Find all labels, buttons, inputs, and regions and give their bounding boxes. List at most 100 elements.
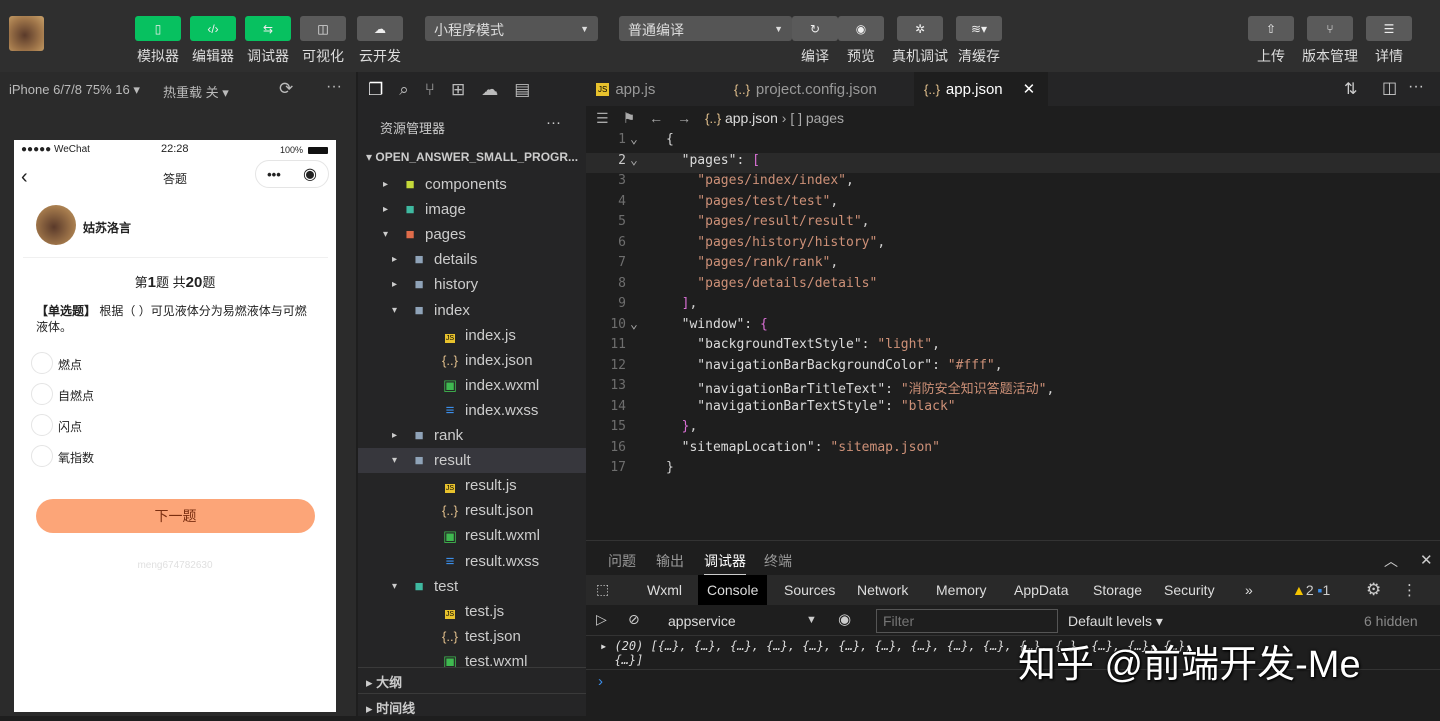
tree-item[interactable]: ▣ result.wxml <box>358 523 586 548</box>
tree-item[interactable]: ▾ ■ test <box>358 574 586 599</box>
right-button[interactable]: ⇧ <box>1248 16 1294 41</box>
right-button[interactable]: ☰ <box>1366 16 1412 41</box>
compare-icon[interactable]: ⇅ <box>1344 79 1357 99</box>
tree-item[interactable]: ▾ ■ pages <box>358 222 586 247</box>
devtools-tab[interactable]: Security <box>1155 575 1224 605</box>
compile-select[interactable]: 普通编译 ▼ <box>619 16 792 41</box>
devtools-tab[interactable]: Memory <box>927 575 996 605</box>
save-icon[interactable]: ▤ <box>514 80 530 100</box>
files-icon[interactable]: ❐ <box>368 80 383 100</box>
panel-tab[interactable]: 问题 <box>608 551 636 571</box>
调试器-button[interactable]: ⇆ <box>245 16 291 41</box>
forward-icon[interactable]: → <box>677 110 691 126</box>
capsule-menu[interactable]: ••• ◉ <box>255 160 329 188</box>
timeline-section[interactable]: ▸ 时间线 <box>358 693 586 721</box>
tree-item[interactable]: ▸ ■ rank <box>358 423 586 448</box>
option-label[interactable]: 闪点 <box>58 418 82 435</box>
context-select[interactable]: appservice <box>668 613 736 629</box>
action-button[interactable]: ✲ <box>897 16 943 41</box>
folder-icon: ■ <box>414 452 424 470</box>
option-label[interactable]: 自燃点 <box>58 387 94 404</box>
tab-project-config[interactable]: {..} project.config.json <box>724 72 914 106</box>
list-icon[interactable]: ☰ <box>596 110 609 127</box>
tree-item[interactable]: JS index.js <box>358 323 586 348</box>
docker-icon[interactable]: ☁ <box>481 80 498 100</box>
devtools-tab[interactable]: AppData <box>1005 575 1077 605</box>
warning-badge[interactable]: ▲2 ▪1 <box>1292 582 1330 598</box>
option-radio[interactable] <box>31 414 53 436</box>
云开发-button[interactable]: ☁ <box>357 16 403 41</box>
tree-item[interactable]: JS result.js <box>358 473 586 498</box>
outline-section[interactable]: ▸ 大纲 <box>358 667 586 695</box>
devtools-tab[interactable]: Wxml <box>638 575 691 605</box>
devtools-tab[interactable]: Network <box>848 575 917 605</box>
close-target-icon[interactable]: ◉ <box>303 164 317 184</box>
tree-item[interactable]: ▸ ■ history <box>358 272 586 297</box>
tree-item[interactable]: {..} index.json <box>358 348 586 373</box>
kebab-icon[interactable]: ⋮ <box>1402 581 1417 599</box>
tree-item[interactable]: JS test.js <box>358 599 586 624</box>
explorer-more-icon[interactable]: ··· <box>546 114 561 131</box>
live-expression-icon[interactable]: ◉ <box>838 610 851 628</box>
split-editor-icon[interactable]: ◫ <box>1382 78 1397 98</box>
code-line: 16 "sitemapLocation": "sitemap.json" <box>610 439 940 455</box>
tree-item[interactable]: ▾ ■ index <box>358 298 586 323</box>
panel-tab[interactable]: 终端 <box>764 551 792 571</box>
option-label[interactable]: 燃点 <box>58 356 82 373</box>
option-radio[interactable] <box>31 352 53 374</box>
tree-item[interactable]: {..} result.json <box>358 498 586 523</box>
tree-item[interactable]: ≡ result.wxss <box>358 549 586 574</box>
tree-item[interactable]: ▸ ■ details <box>358 247 586 272</box>
可视化-button[interactable]: ◫ <box>300 16 346 41</box>
sidebar-toggle-icon[interactable]: ▷ <box>596 611 607 628</box>
more-icon[interactable]: ··· <box>1408 78 1424 96</box>
hot-reload-toggle[interactable]: 热重载 关 ▾ <box>163 82 229 101</box>
more-icon[interactable]: ••• <box>267 167 281 182</box>
rotate-icon[interactable]: ⟳ <box>279 79 293 99</box>
more-icon[interactable]: ··· <box>326 78 342 96</box>
console-prompt[interactable]: › <box>598 673 603 690</box>
tree-item[interactable]: ▣ index.wxml <box>358 373 586 398</box>
project-avatar[interactable] <box>9 16 44 51</box>
device-select[interactable]: iPhone 6/7/8 75% 16 ▾ <box>9 82 140 98</box>
project-root[interactable]: ▾ OPEN_ANSWER_SMALL_PROGR... <box>366 150 578 164</box>
right-button[interactable]: ⑂ <box>1307 16 1353 41</box>
tab-app-json[interactable]: {..} app.json ✕ <box>914 72 1048 106</box>
close-panel-icon[interactable]: ✕ <box>1420 551 1433 569</box>
devtools-tab[interactable]: Console <box>698 575 768 605</box>
option-radio[interactable] <box>31 383 53 405</box>
mode-select[interactable]: 小程序模式 ▼ <box>425 16 598 41</box>
bookmark-icon[interactable]: ⚑ <box>623 110 636 127</box>
action-button[interactable]: ≋▾ <box>956 16 1002 41</box>
filter-input[interactable] <box>876 609 1058 633</box>
next-question-button[interactable]: 下一题 <box>36 499 315 533</box>
action-button[interactable]: ◉ <box>838 16 884 41</box>
tree-item[interactable]: ▸ ■ components <box>358 172 586 197</box>
clear-console-icon[interactable]: ⊘ <box>628 611 640 628</box>
option-radio[interactable] <box>31 445 53 467</box>
close-tab-icon[interactable]: ✕ <box>1023 80 1036 98</box>
panel-tab[interactable]: 调试器 <box>704 551 746 576</box>
编辑器-button[interactable]: ‹/› <box>190 16 236 41</box>
tree-item[interactable]: ▾ ■ result <box>358 448 586 474</box>
devtools-tab[interactable]: » <box>1236 575 1262 605</box>
search-icon[interactable]: ⌕ <box>399 80 409 100</box>
code-line: 12 "navigationBarBackgroundColor": "#fff… <box>610 357 1003 373</box>
source-control-icon[interactable]: ⑂ <box>425 80 435 100</box>
action-button[interactable]: ↻ <box>792 16 838 41</box>
extensions-icon[interactable]: ⊞ <box>451 80 465 100</box>
maximize-panel-icon[interactable]: ︿ <box>1384 551 1398 571</box>
tree-item[interactable]: ≡ index.wxss <box>358 398 586 423</box>
devtools-tab[interactable]: Sources <box>775 575 844 605</box>
tree-item[interactable]: {..} test.json <box>358 624 586 649</box>
tree-item[interactable]: ▸ ■ image <box>358 197 586 222</box>
tab-app-js[interactable]: JS app.js <box>586 72 732 106</box>
option-label[interactable]: 氧指数 <box>58 449 94 466</box>
settings-icon[interactable]: ⚙ <box>1366 580 1381 600</box>
devtools-tab[interactable]: Storage <box>1084 575 1151 605</box>
模拟器-button[interactable]: ▯ <box>135 16 181 41</box>
inspect-icon[interactable]: ⬚ <box>596 581 609 598</box>
levels-select[interactable]: Default levels ▾ <box>1068 613 1163 630</box>
panel-tab[interactable]: 输出 <box>656 551 684 571</box>
back-icon[interactable]: ← <box>649 110 663 126</box>
